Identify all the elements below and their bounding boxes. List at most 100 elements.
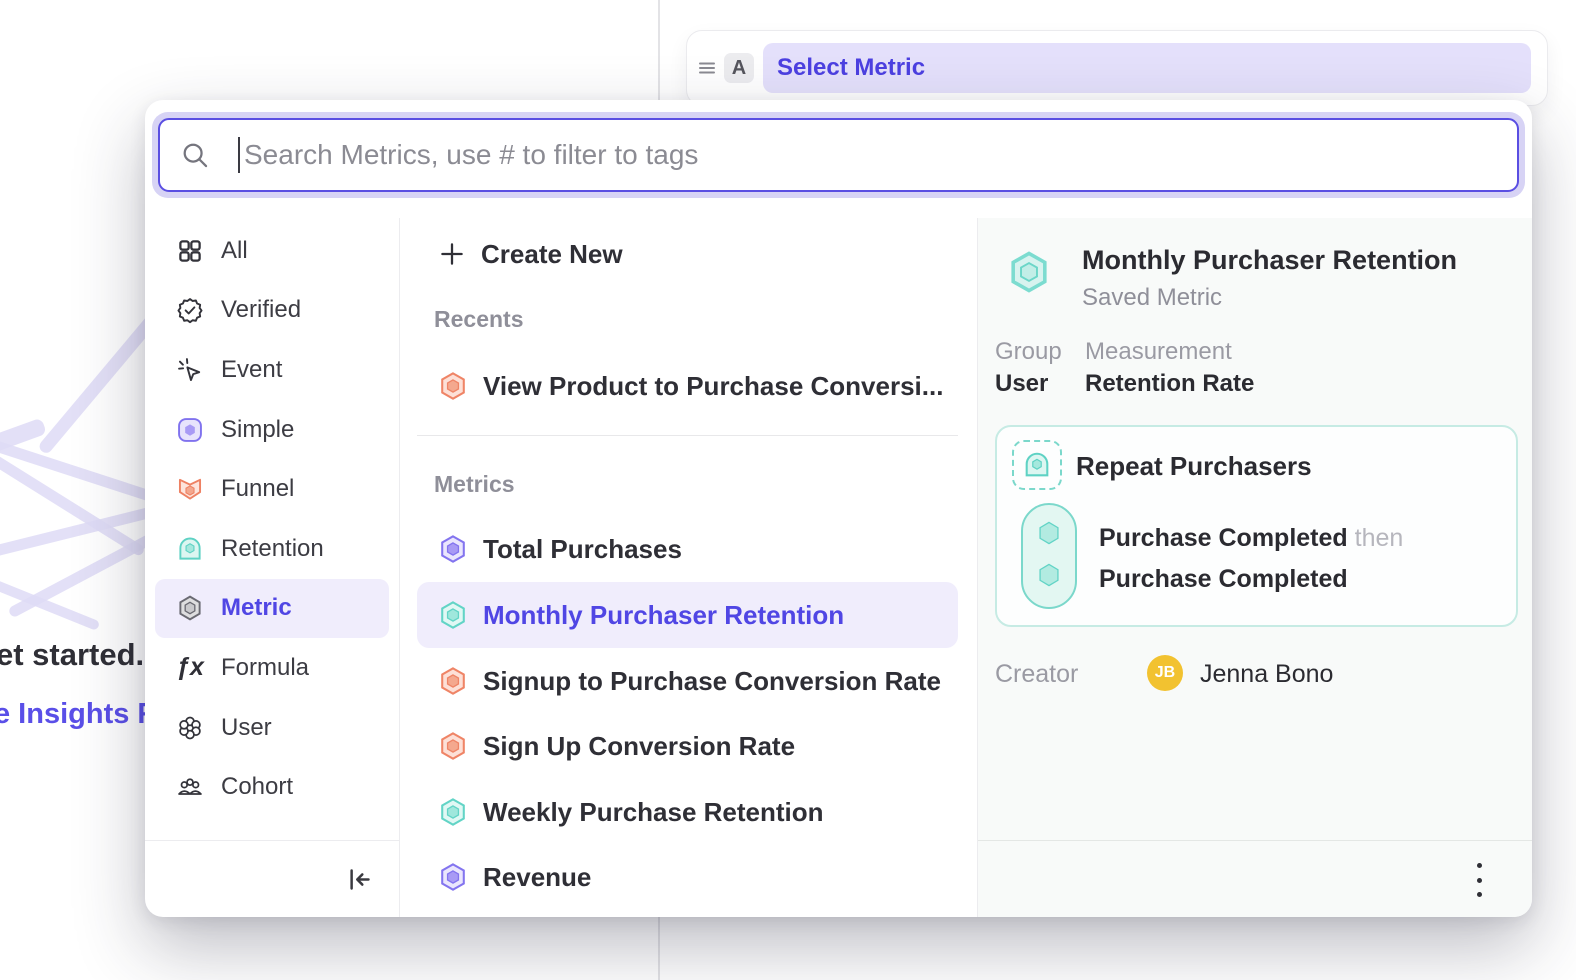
group-label: Group (995, 338, 1062, 366)
metrics-section-label: Metrics (434, 471, 515, 498)
sidebar-item-formula[interactable]: ƒx Formula (155, 638, 389, 698)
user-flower-icon (176, 714, 204, 742)
list-item-label: Revenue (483, 862, 591, 893)
sidebar-item-label: Cohort (221, 773, 293, 801)
event-hexagon-icon (1036, 520, 1062, 546)
metric-picker-modal: Search Metrics, use # to filter to tags … (145, 100, 1532, 917)
creator-label: Creator (995, 660, 1078, 689)
sidebar-item-label: Retention (221, 535, 324, 563)
cohort-people-icon (176, 773, 204, 801)
row-letter-badge: A (724, 53, 754, 83)
create-new-button[interactable]: Create New (417, 228, 958, 280)
detail-subtitle: Saved Metric (1082, 284, 1222, 312)
search-icon (180, 140, 210, 170)
search-focus-ring: Search Metrics, use # to filter to tags (152, 112, 1525, 198)
verified-badge-icon (176, 296, 204, 324)
screen: et started. e Insights Re A Select Metri… (0, 0, 1576, 980)
collapse-panel-icon[interactable] (346, 866, 373, 893)
category-list: All Verified Event (145, 218, 399, 817)
list-item-label: Signup to Purchase Conversion Rate (483, 666, 941, 697)
text-caret (238, 137, 240, 173)
drag-handle-icon[interactable] (697, 58, 717, 78)
kebab-menu-icon[interactable] (1472, 863, 1486, 897)
list-item-label: Sign Up Conversion Rate (483, 731, 795, 762)
behavior-step: Purchase Completed (1099, 565, 1348, 594)
sidebar-item-event[interactable]: Event (155, 340, 389, 400)
steps-capsule (1021, 503, 1077, 609)
step-event: Purchase Completed (1099, 524, 1348, 552)
retention-hexagon-icon (1007, 250, 1051, 294)
funnel-hexagon-icon (438, 731, 468, 761)
list-item-total-purchases[interactable]: Total Purchases (417, 516, 958, 582)
list-item-revenue[interactable]: Revenue (417, 844, 958, 910)
section-divider (417, 435, 958, 436)
behavior-name: Repeat Purchasers (1076, 451, 1312, 482)
grid-icon (176, 237, 204, 265)
search-input[interactable]: Search Metrics, use # to filter to tags (158, 118, 1519, 192)
list-item-label: Monthly Purchaser Retention (483, 600, 844, 631)
funnel-hexagon-icon (438, 371, 468, 401)
formula-icon: ƒx (176, 654, 204, 682)
category-sidebar: All Verified Event (145, 218, 400, 917)
plus-icon (438, 240, 466, 268)
simple-metric-icon (176, 416, 204, 444)
metric-hexagon-icon (438, 534, 468, 564)
step-connector: then (1355, 524, 1404, 552)
metric-row-bar: A Select Metric (686, 30, 1548, 106)
sidebar-item-label: User (221, 714, 272, 742)
sidebar-item-label: Funnel (221, 475, 294, 503)
sidebar-item-label: Metric (221, 594, 292, 622)
detail-footer (978, 840, 1532, 917)
retention-metric-icon (176, 535, 204, 563)
measurement-label: Measurement (1085, 338, 1232, 366)
retention-behavior-icon (1012, 440, 1062, 490)
sidebar-item-label: Simple (221, 416, 294, 444)
sidebar-item-user[interactable]: User (155, 698, 389, 758)
list-item-label: Total Purchases (483, 534, 682, 565)
list-item-weekly-purchase-retention[interactable]: Weekly Purchase Retention (417, 779, 958, 845)
list-item-label: Weekly Purchase Retention (483, 797, 824, 828)
cursor-click-icon (176, 356, 204, 384)
step-event: Purchase Completed (1099, 565, 1348, 593)
sidebar-item-label: All (221, 237, 248, 265)
sidebar-item-label: Verified (221, 296, 301, 324)
retention-hexagon-icon (438, 797, 468, 827)
sidebar-item-verified[interactable]: Verified (155, 281, 389, 341)
background-headline-fragment: et started. (0, 637, 144, 673)
list-item-sign-up-conversion-rate[interactable]: Sign Up Conversion Rate (417, 713, 958, 779)
measurement-value: Retention Rate (1085, 370, 1254, 398)
sidebar-item-retention[interactable]: Retention (155, 519, 389, 579)
list-item-signup-to-purchase-conversion-rate[interactable]: Signup to Purchase Conversion Rate (417, 648, 958, 714)
funnel-hexagon-icon (438, 666, 468, 696)
background-illustration-line (0, 575, 100, 631)
sidebar-item-label: Formula (221, 654, 309, 682)
metric-hexagon-icon (176, 594, 204, 622)
list-item-monthly-purchaser-retention[interactable]: Monthly Purchaser Retention (417, 582, 958, 648)
behavior-definition-card: Repeat Purchasers Purchase Completed the… (995, 425, 1518, 627)
list-item-label: View Product to Purchase Conversi... (483, 371, 943, 402)
select-metric-button[interactable]: Select Metric (763, 43, 1531, 93)
picker-columns: All Verified Event (145, 218, 1532, 917)
create-new-label: Create New (481, 239, 623, 270)
sidebar-item-funnel[interactable]: Funnel (155, 459, 389, 519)
sidebar-item-label: Event (221, 356, 282, 384)
sidebar-footer (145, 840, 399, 917)
event-hexagon-icon (1036, 562, 1062, 588)
search-placeholder: Search Metrics, use # to filter to tags (244, 139, 698, 171)
list-item-recent[interactable]: View Product to Purchase Conversi... (417, 353, 958, 419)
sidebar-item-cohort[interactable]: Cohort (155, 757, 389, 817)
sidebar-item-all[interactable]: All (155, 221, 389, 281)
group-value: User (995, 370, 1048, 398)
metric-detail-panel: Monthly Purchaser Retention Saved Metric… (978, 218, 1532, 917)
sidebar-item-metric[interactable]: Metric (155, 579, 389, 639)
creator-avatar: JB (1147, 655, 1183, 691)
funnel-metric-icon (176, 475, 204, 503)
behavior-step: Purchase Completed then (1099, 524, 1403, 553)
metric-list-panel: Create New Recents View Product to Purch… (400, 218, 978, 917)
detail-title: Monthly Purchaser Retention (1082, 245, 1457, 276)
metric-hexagon-icon (438, 862, 468, 892)
sidebar-item-simple[interactable]: Simple (155, 400, 389, 460)
retention-hexagon-icon (438, 600, 468, 630)
recents-section-label: Recents (434, 306, 523, 333)
creator-name: Jenna Bono (1200, 660, 1333, 689)
